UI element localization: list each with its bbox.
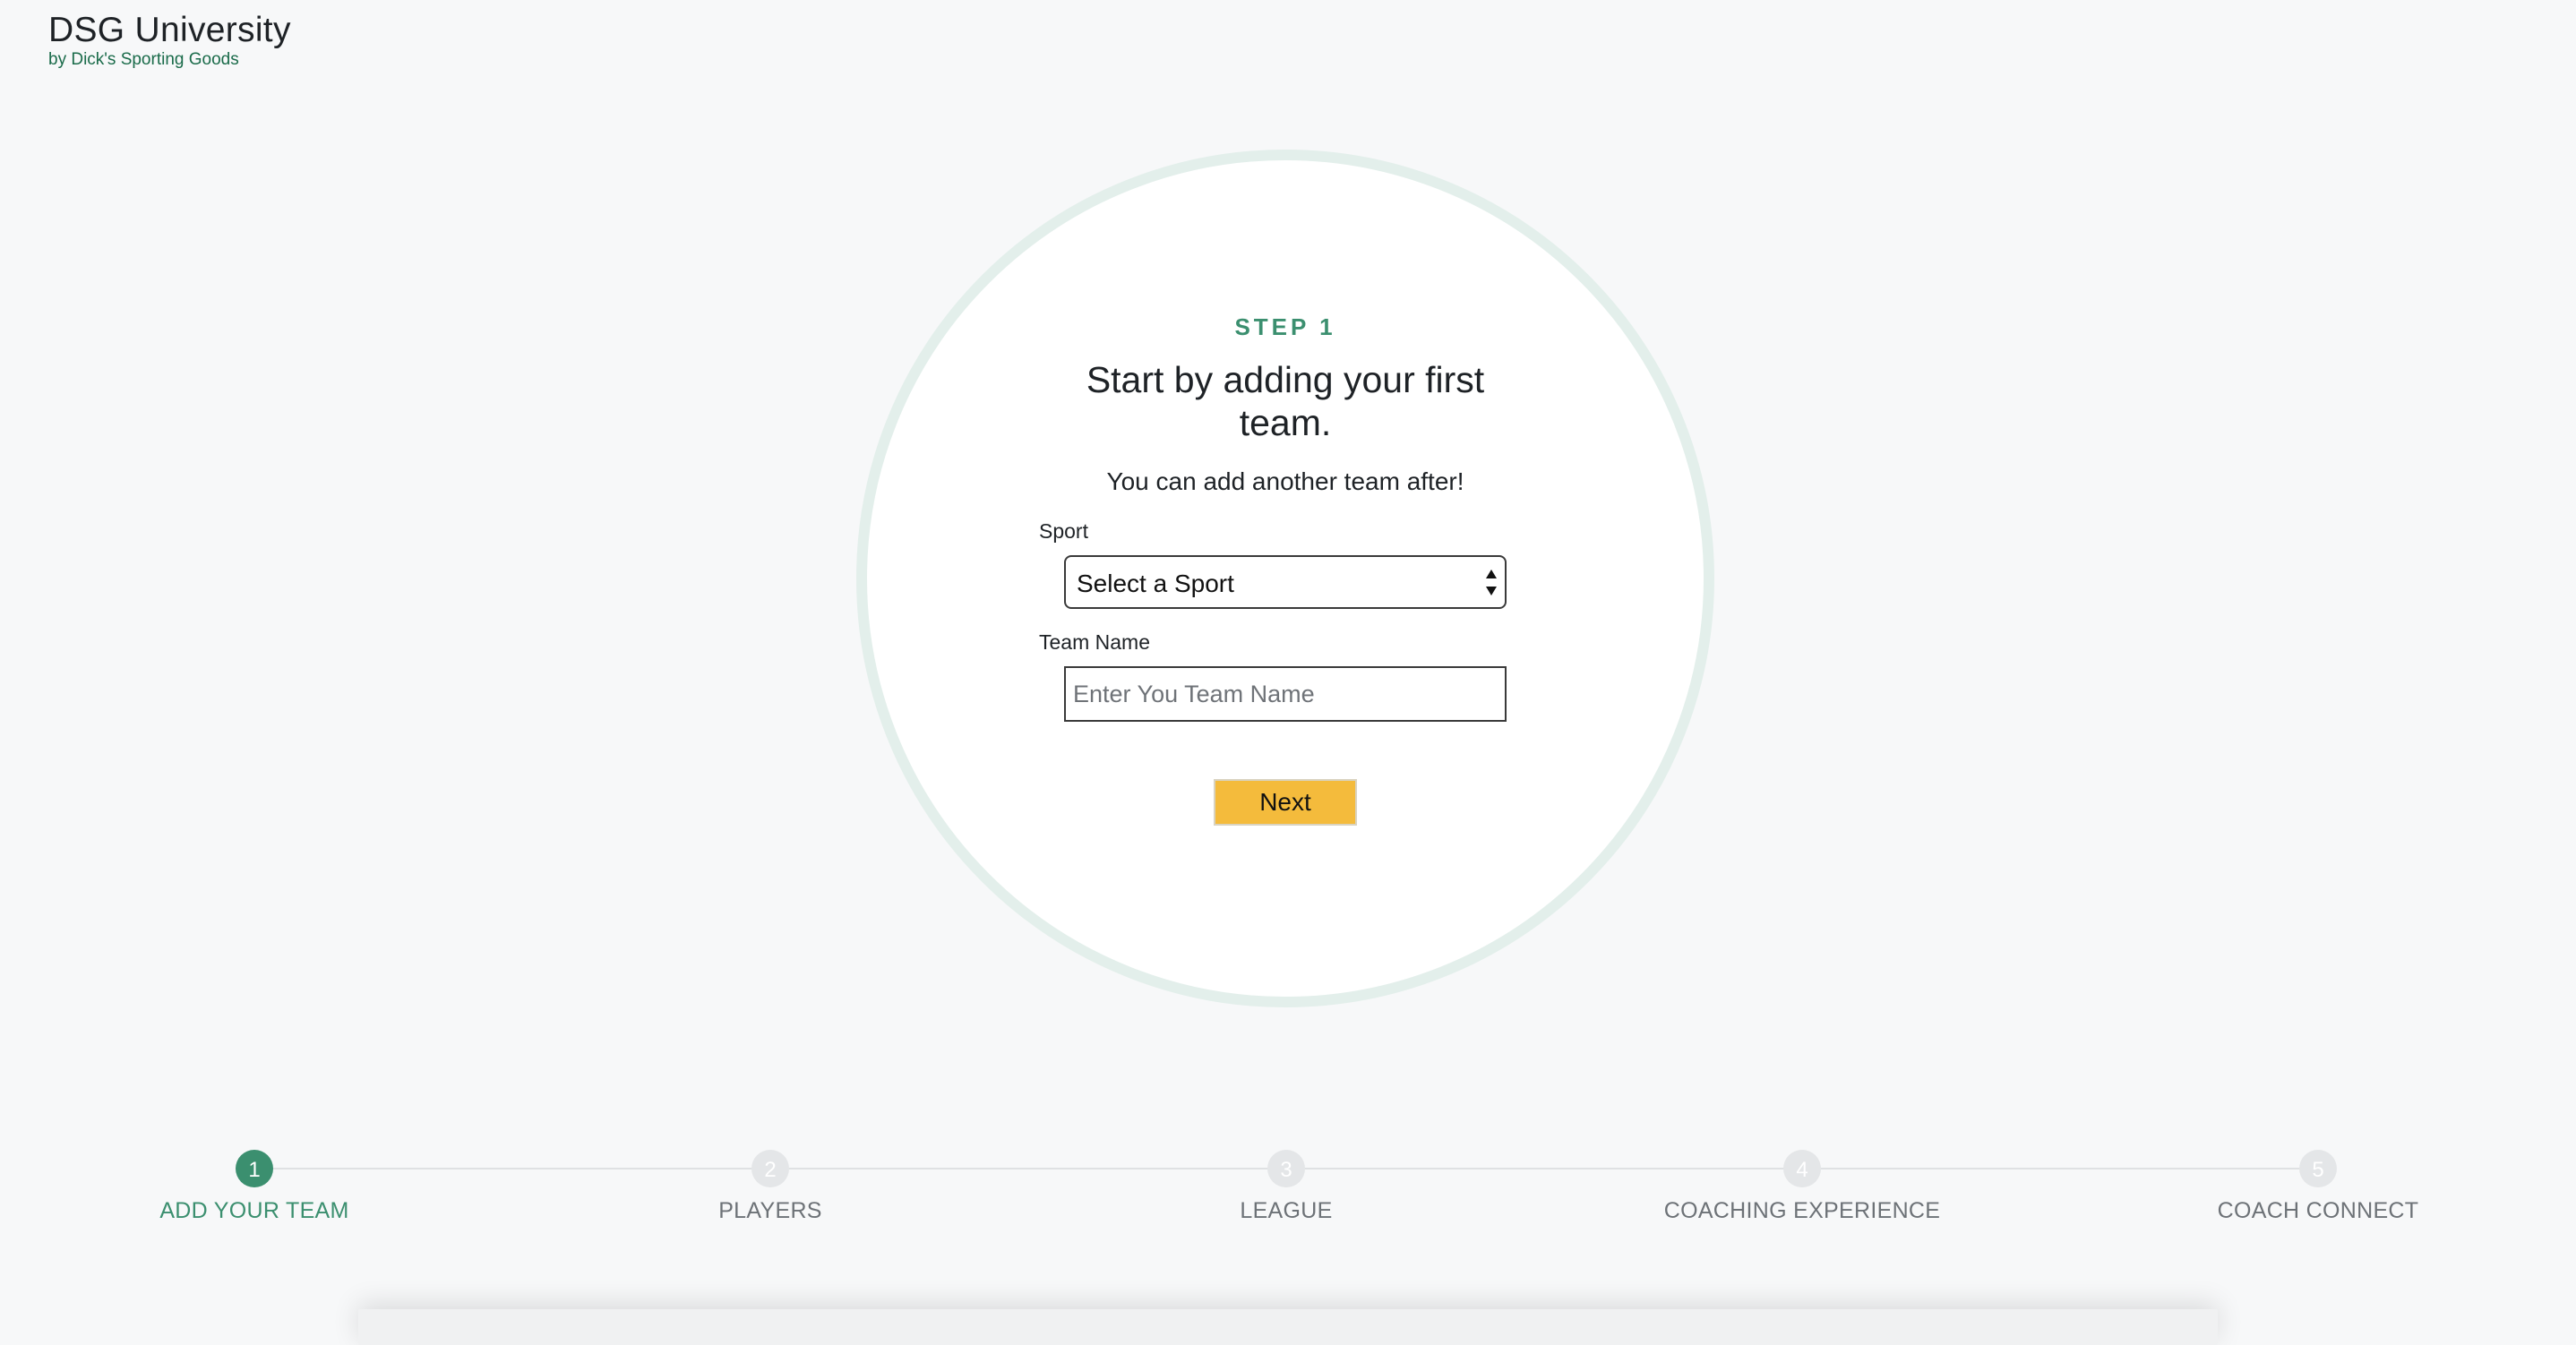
team-name-input[interactable] (1064, 666, 1507, 722)
footer-panel-edge (358, 1309, 2218, 1345)
brand-title: DSG University (48, 11, 291, 49)
step-label: COACH CONNECT (2217, 1198, 2419, 1223)
step-number-badge: 4 (1783, 1150, 1821, 1187)
step-label: LEAGUE (1240, 1198, 1333, 1223)
step-number-badge: 3 (1267, 1150, 1305, 1187)
sport-select-value: Select a Sport (1077, 570, 1234, 597)
step-coaching-experience[interactable]: 4 COACHING EXPERIENCE (1578, 1146, 2026, 1223)
next-button[interactable]: Next (1214, 779, 1357, 826)
team-name-label: Team Name (1039, 630, 1150, 654)
sport-select[interactable]: Select a Sport (1064, 555, 1507, 609)
brand-subtitle: by Dick's Sporting Goods (48, 50, 239, 69)
page-title: Start by adding your first team. (1086, 359, 1485, 443)
step-number-badge: 2 (751, 1150, 789, 1187)
select-arrows-icon (1483, 568, 1499, 598)
step-label: ADD YOUR TEAM (159, 1198, 349, 1223)
step-league[interactable]: 3 LEAGUE (1062, 1146, 1510, 1223)
step-coach-connect[interactable]: 5 COACH CONNECT (2094, 1146, 2542, 1223)
brand-logo[interactable]: DSG University by Dick's Sporting Goods (48, 11, 291, 69)
step-add-your-team[interactable]: 1 ADD YOUR TEAM (30, 1146, 478, 1223)
step-label: PLAYERS (718, 1198, 822, 1223)
step-number-badge: 5 (2299, 1150, 2337, 1187)
step-players[interactable]: 2 PLAYERS (546, 1146, 994, 1223)
add-team-form: STEP 1 Start by adding your first team. … (1039, 313, 1532, 826)
progress-stepper: 1 ADD YOUR TEAM 2 PLAYERS 3 LEAGUE 4 COA… (0, 1146, 2576, 1236)
page-subtitle: You can add another team after! (1106, 467, 1464, 495)
step-number-badge: 1 (236, 1150, 273, 1187)
step-label: STEP 1 (1234, 313, 1336, 340)
step-label: COACHING EXPERIENCE (1663, 1198, 1941, 1223)
sport-label: Sport (1039, 519, 1088, 543)
